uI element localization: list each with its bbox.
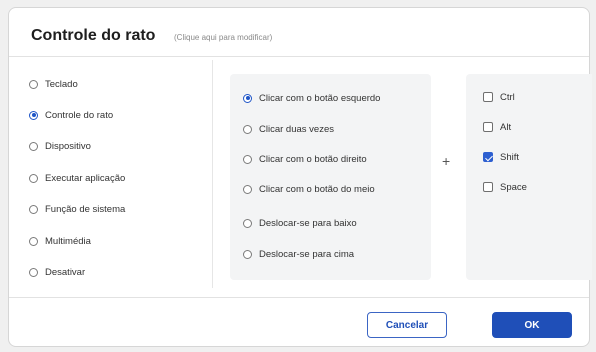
radio-icon[interactable] xyxy=(29,236,38,246)
action-right-click[interactable]: Clicar com o botão direito xyxy=(243,151,367,167)
category-label: Controle do rato xyxy=(45,109,114,121)
category-desativar[interactable]: Desativar xyxy=(29,264,85,280)
ok-button[interactable]: OK xyxy=(492,312,572,338)
modifier-ctrl[interactable]: Ctrl xyxy=(483,89,515,105)
category-controle-do-rato[interactable]: Controle do rato xyxy=(29,107,113,123)
radio-icon[interactable] xyxy=(243,184,252,194)
modifier-label: Shift xyxy=(500,151,520,163)
category-multimedia[interactable]: Multimédia xyxy=(29,233,91,249)
action-scroll-up[interactable]: Deslocar-se para cima xyxy=(243,246,354,262)
radio-icon[interactable] xyxy=(29,79,38,89)
modifier-panel: Ctrl Alt Shift Space xyxy=(466,74,592,280)
mouse-control-dialog: Controle do rato (Clique aqui para modif… xyxy=(8,7,592,347)
dialog-title[interactable]: Controle do rato xyxy=(31,27,155,45)
category-label: Função de sistema xyxy=(45,203,126,215)
radio-icon[interactable] xyxy=(243,154,252,164)
action-scroll-down[interactable]: Deslocar-se para baixo xyxy=(243,215,357,231)
action-label: Clicar com o botão esquerdo xyxy=(259,92,381,104)
radio-icon[interactable] xyxy=(29,173,38,183)
category-label: Teclado xyxy=(45,78,78,90)
cancel-button[interactable]: Cancelar xyxy=(367,312,447,338)
plus-icon: + xyxy=(442,153,451,169)
modifier-shift[interactable]: Shift xyxy=(483,149,519,165)
radio-icon[interactable] xyxy=(29,204,38,214)
action-left-click[interactable]: Clicar com o botão esquerdo xyxy=(243,90,380,106)
modifier-label: Space xyxy=(500,181,527,193)
category-label: Desativar xyxy=(45,266,86,278)
category-teclado[interactable]: Teclado xyxy=(29,76,78,92)
modifier-label: Alt xyxy=(500,121,512,133)
modifier-label: Ctrl xyxy=(500,91,515,103)
vertical-divider xyxy=(212,60,213,288)
radio-selected-icon[interactable] xyxy=(243,93,252,103)
mouse-action-panel: Clicar com o botão esquerdo Clicar duas … xyxy=(230,74,431,280)
category-label: Multimédia xyxy=(45,235,91,247)
action-label: Clicar com o botão do meio xyxy=(259,183,375,195)
checkbox-icon[interactable] xyxy=(483,122,493,132)
action-double-click[interactable]: Clicar duas vezes xyxy=(243,121,334,137)
action-middle-click[interactable]: Clicar com o botão do meio xyxy=(243,181,375,197)
radio-selected-icon[interactable] xyxy=(29,110,38,120)
footer-divider xyxy=(9,297,589,298)
action-label: Deslocar-se para baixo xyxy=(259,217,357,229)
modify-hint[interactable]: (Clique aqui para modificar) xyxy=(174,33,272,42)
category-label: Dispositivo xyxy=(45,140,91,152)
modifier-space[interactable]: Space xyxy=(483,179,527,195)
radio-icon[interactable] xyxy=(29,267,38,277)
category-funcao-de-sistema[interactable]: Função de sistema xyxy=(29,201,125,217)
action-label: Deslocar-se para cima xyxy=(259,248,355,260)
radio-icon[interactable] xyxy=(243,124,252,134)
radio-icon[interactable] xyxy=(243,218,252,228)
action-label: Clicar duas vezes xyxy=(259,123,334,135)
category-dispositivo[interactable]: Dispositivo xyxy=(29,138,91,154)
radio-icon[interactable] xyxy=(29,141,38,151)
checkbox-checked-icon[interactable] xyxy=(483,152,493,162)
category-label: Executar aplicação xyxy=(45,172,126,184)
header-divider xyxy=(9,56,589,57)
action-label: Clicar com o botão direito xyxy=(259,153,367,165)
checkbox-icon[interactable] xyxy=(483,182,493,192)
modifier-alt[interactable]: Alt xyxy=(483,119,511,135)
radio-icon[interactable] xyxy=(243,249,252,259)
checkbox-icon[interactable] xyxy=(483,92,493,102)
category-executar-aplicacao[interactable]: Executar aplicação xyxy=(29,170,125,186)
